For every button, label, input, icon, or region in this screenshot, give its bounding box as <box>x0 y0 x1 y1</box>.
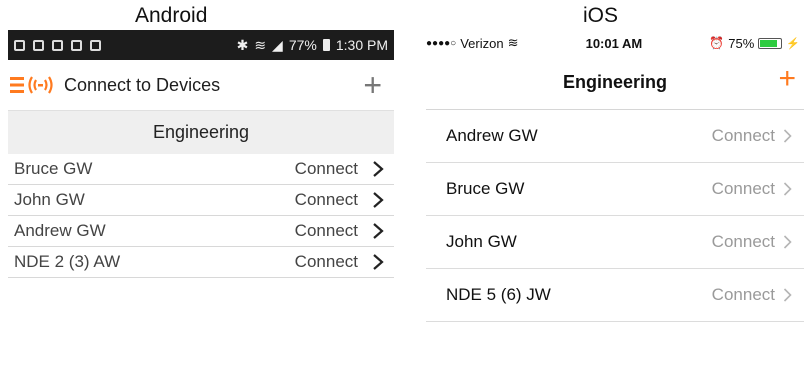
android-app-title: Connect to Devices <box>64 74 221 95</box>
connect-button[interactable]: Connect <box>712 179 775 199</box>
connect-button[interactable]: Connect <box>295 190 358 210</box>
chevron-right-icon[interactable] <box>783 288 792 302</box>
list-item[interactable]: John GW Connect <box>426 216 804 269</box>
ios-status-bar: ●●●●○ Verizon ≋ 10:01 AM ⏰ 75% ⚡ <box>426 30 804 56</box>
list-item[interactable]: NDE 2 (3) AW Connect <box>8 247 394 278</box>
ios-nav-title: Engineering <box>562 72 667 92</box>
ios-nav-bar: Engineering + <box>426 56 804 110</box>
battery-percent: 75% <box>728 35 755 51</box>
device-name: John GW <box>446 232 517 251</box>
chevron-right-icon[interactable] <box>372 223 384 239</box>
chevron-right-icon[interactable] <box>372 161 384 177</box>
battery-percent: 77% <box>288 37 317 53</box>
android-status-bar: ✱ ≋ ◢ 77% 1:30 PM <box>8 30 394 60</box>
notification-icons <box>14 39 101 51</box>
connect-button[interactable]: Connect <box>712 232 775 252</box>
ios-time: 10:01 AM <box>585 35 643 51</box>
signal-dots-icon: ●●●●○ <box>426 37 457 49</box>
wifi-icon: ≋ <box>507 35 519 50</box>
ios-status-right: ⏰ 75% ⚡ <box>709 36 800 51</box>
connect-button[interactable]: Connect <box>295 221 358 241</box>
ios-screen: ●●●●○ Verizon ≋ 10:01 AM ⏰ 75% ⚡ Enginee… <box>426 30 804 330</box>
chevron-right-icon[interactable] <box>783 235 792 249</box>
device-name: Bruce GW <box>446 179 525 198</box>
bluetooth-icon: ✱ <box>236 36 249 53</box>
device-name: Bruce GW <box>14 159 93 178</box>
device-name: NDE 2 (3) AW <box>14 252 121 271</box>
list-item[interactable]: John GW Connect <box>8 185 394 216</box>
android-status-right: ✱ ≋ ◢ 77% 1:30 PM <box>237 37 388 54</box>
list-item[interactable]: Bruce GW Connect <box>8 154 394 185</box>
connect-button[interactable]: Connect <box>295 252 358 272</box>
list-item[interactable]: Andrew GW Connect <box>8 216 394 247</box>
android-label: Android <box>135 4 208 27</box>
chevron-right-icon[interactable] <box>783 129 792 143</box>
android-device-list: Bruce GW Connect John GW Connect Andrew … <box>8 154 394 278</box>
list-item[interactable]: NDE 5 (6) JW Connect <box>426 269 804 322</box>
android-time: 1:30 PM <box>335 37 388 53</box>
android-group-header: Engineering <box>8 110 394 154</box>
notification-icon <box>71 39 82 51</box>
list-item[interactable]: Andrew GW Connect <box>426 110 804 163</box>
chevron-right-icon[interactable] <box>783 182 792 196</box>
chevron-right-icon[interactable] <box>372 192 384 208</box>
signal-icon: ◢ <box>272 36 283 53</box>
wifi-icon: ≋ <box>254 36 267 53</box>
carrier-name: Verizon <box>460 35 504 51</box>
device-name: Andrew GW <box>14 221 106 240</box>
device-name: John GW <box>14 190 85 209</box>
plus-icon[interactable]: + <box>363 69 382 101</box>
android-screen: ✱ ≋ ◢ 77% 1:30 PM Connect to Devices + E… <box>8 30 394 320</box>
device-name: NDE 5 (6) JW <box>446 285 551 304</box>
connect-button[interactable]: Connect <box>712 285 775 305</box>
ios-label: iOS <box>583 4 619 27</box>
battery-icon <box>758 37 783 49</box>
battery-icon <box>322 39 330 51</box>
connect-button[interactable]: Connect <box>295 159 358 179</box>
notification-icon <box>33 39 44 51</box>
ios-device-list: Andrew GW Connect Bruce GW Connect John … <box>426 110 804 322</box>
connect-logo-icon[interactable] <box>10 73 56 97</box>
list-item[interactable]: Bruce GW Connect <box>426 163 804 216</box>
alarm-icon: ⏰ <box>709 36 725 50</box>
connect-button[interactable]: Connect <box>712 126 775 146</box>
notification-icon <box>52 39 63 51</box>
android-app-bar: Connect to Devices + <box>8 60 394 110</box>
plus-icon[interactable]: + <box>778 64 796 94</box>
notification-icon <box>14 39 25 51</box>
ios-carrier: ●●●●○ Verizon ≋ <box>426 35 518 51</box>
notification-icon <box>90 39 101 51</box>
chevron-right-icon[interactable] <box>372 254 384 270</box>
device-name: Andrew GW <box>446 126 538 145</box>
charging-icon: ⚡ <box>786 37 800 50</box>
